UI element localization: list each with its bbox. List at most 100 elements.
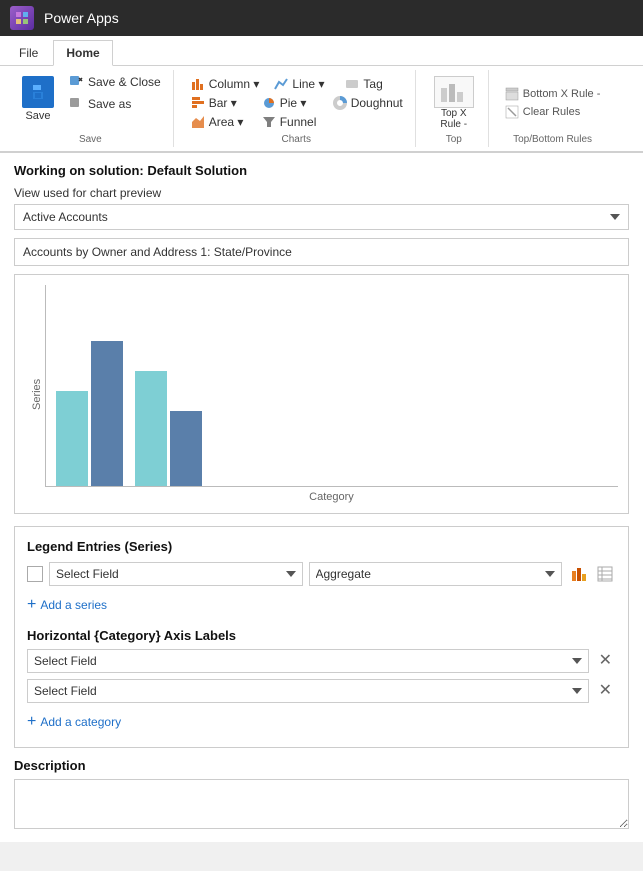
pie-label: Pie ▾ — [280, 96, 307, 110]
funnel-label: Funnel — [280, 115, 317, 129]
add-category-label: Add a category — [40, 715, 121, 729]
category-field-row-2: Select Field ✕ — [27, 679, 616, 703]
area-chart-icon — [190, 114, 206, 130]
rules-group-label: Top/Bottom Rules — [513, 134, 592, 145]
description-section: Description — [14, 758, 629, 832]
chart-type-funnel[interactable]: Funnel — [257, 113, 322, 131]
tag-label: Tag — [363, 77, 382, 91]
column-label: Column ▾ — [209, 77, 260, 91]
view-dropdown[interactable]: Active Accounts All Accounts — [14, 204, 629, 230]
pie-chart-icon — [261, 95, 277, 111]
chart-type-area[interactable]: Area ▾ — [186, 113, 251, 131]
app-title: Power Apps — [44, 10, 119, 26]
bar-chart-icon — [190, 95, 206, 111]
column-chart-icon — [190, 76, 206, 92]
chart-type-bar[interactable]: Bar ▾ — [186, 94, 251, 112]
tab-file[interactable]: File — [6, 40, 51, 65]
remove-category-1-button[interactable]: ✕ — [595, 651, 616, 671]
cat-field-wrap-1: Select Field — [27, 649, 589, 673]
chart-type-doughnut[interactable]: Doughnut — [328, 94, 407, 112]
bar-1-dark — [91, 341, 123, 486]
clear-rules-button[interactable]: Clear Rules — [501, 104, 605, 120]
bar-1-light — [56, 391, 88, 486]
doughnut-label: Doughnut — [351, 96, 403, 110]
topx-group-label: Top — [446, 134, 462, 145]
aggregate-select[interactable]: Aggregate — [309, 562, 563, 586]
ribbon-group-save: Save Save & Close — [8, 70, 174, 147]
add-category-plus: + — [27, 713, 36, 731]
chart-type-tag[interactable]: Tag — [340, 75, 405, 93]
title-bar: Power Apps — [0, 0, 643, 36]
legend-section: Legend Entries (Series) Select Field Agg… — [14, 526, 629, 748]
series-field-wrap: Select Field — [49, 562, 303, 586]
save-label: Save — [25, 110, 50, 122]
add-series-plus: + — [27, 596, 36, 614]
bar-label: Bar ▾ — [209, 96, 237, 110]
save-as-icon — [68, 96, 84, 112]
cat-field-select-2[interactable]: Select Field — [27, 679, 589, 703]
save-group-label: Save — [79, 134, 102, 145]
save-close-button[interactable]: Save & Close — [64, 72, 165, 92]
charts-group-label: Charts — [282, 134, 311, 145]
add-category-link[interactable]: + Add a category — [27, 709, 616, 735]
bottom-x-rule-button[interactable]: Bottom X Rule - — [501, 86, 605, 102]
top-x-label: Top XRule - — [440, 108, 467, 130]
tag-chart-icon — [344, 76, 360, 92]
chart-title: Accounts by Owner and Address 1: State/P… — [14, 238, 629, 266]
remove-category-2-button[interactable]: ✕ — [595, 681, 616, 701]
table-series-icon[interactable] — [594, 563, 616, 585]
x-axis-label: Category — [45, 491, 618, 503]
bottom-x-label: Bottom X Rule - — [523, 88, 601, 100]
area-label: Area ▾ — [209, 115, 244, 129]
bar-2-dark — [170, 411, 202, 486]
ribbon-group-charts: Column ▾ Line ▾ Ta — [178, 70, 416, 147]
bar-chart-series-icon[interactable] — [568, 563, 590, 585]
legend-heading: Legend Entries (Series) — [27, 539, 616, 554]
save-button[interactable]: Save — [16, 72, 60, 126]
save-icon — [22, 76, 54, 108]
series-field-select[interactable]: Select Field — [49, 562, 303, 586]
chart-type-line[interactable]: Line ▾ — [269, 75, 334, 93]
y-axis-label: Series — [25, 285, 45, 503]
line-chart-icon — [273, 76, 289, 92]
app-icon — [10, 6, 34, 30]
save-close-label: Save & Close — [88, 75, 161, 89]
chart-type-pie[interactable]: Pie ▾ — [257, 94, 322, 112]
series-checkbox[interactable] — [27, 566, 43, 582]
clear-rules-label: Clear Rules — [523, 106, 580, 118]
ribbon-group-rules: Bottom X Rule - Clear Rules Top/Bottom R… — [493, 70, 613, 147]
ribbon-tabs: File Home — [0, 36, 643, 66]
funnel-chart-icon — [261, 114, 277, 130]
chart-plot: Category — [45, 285, 618, 503]
save-as-button[interactable]: Save as — [64, 94, 165, 114]
ribbon-group-topx: Top XRule - Top — [420, 70, 489, 147]
solution-title: Working on solution: Default Solution — [14, 163, 629, 178]
add-series-label: Add a series — [40, 598, 107, 612]
description-label: Description — [14, 758, 629, 773]
tab-home[interactable]: Home — [53, 40, 112, 66]
view-label: View used for chart preview — [14, 186, 629, 200]
chart-type-column[interactable]: Column ▾ — [186, 75, 264, 93]
save-as-label: Save as — [88, 97, 131, 111]
top-x-button[interactable]: Top XRule - — [428, 72, 480, 134]
cat-field-wrap-2: Select Field — [27, 679, 589, 703]
category-heading: Horizontal {Category} Axis Labels — [27, 628, 616, 643]
top-x-icon — [434, 76, 474, 108]
chart-preview: Series Category — [14, 274, 629, 514]
bar-group-2 — [135, 371, 202, 486]
add-series-link[interactable]: + Add a series — [27, 592, 616, 618]
main-content: Working on solution: Default Solution Vi… — [0, 153, 643, 842]
save-close-icon — [68, 74, 84, 90]
chart-bars — [45, 285, 618, 487]
bar-group-1 — [56, 341, 123, 486]
chart-icons — [568, 563, 616, 585]
aggregate-wrap: Aggregate — [309, 562, 563, 586]
bar-2-light — [135, 371, 167, 486]
cat-field-select-1[interactable]: Select Field — [27, 649, 589, 673]
ribbon: Save Save & Close — [0, 66, 643, 153]
description-textarea[interactable] — [14, 779, 629, 829]
series-field-row: Select Field Aggregate — [27, 562, 616, 586]
save-sub-buttons: Save & Close Save as — [64, 72, 165, 114]
doughnut-chart-icon — [332, 95, 348, 111]
line-label: Line ▾ — [292, 77, 324, 91]
